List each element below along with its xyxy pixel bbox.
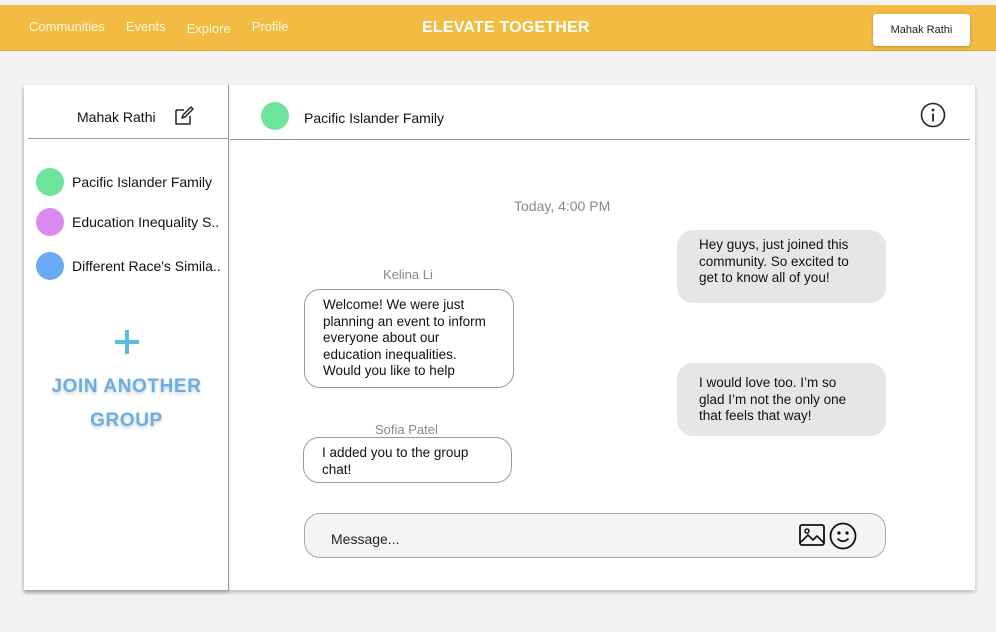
image-icon[interactable] [799,524,825,546]
message-bubble-outgoing: Hey guys, just joined this community. So… [677,230,886,303]
brand-title: ELEVATE TOGETHER [422,19,590,36]
nav-link-events[interactable]: Events [126,19,166,36]
message-bubble-outgoing: I would love too. I’m so glad I’m not th… [677,363,886,436]
message-bubble-incoming: Welcome! We were just planning an event … [304,289,514,388]
chat-card: Mahak Rathi Pacific Islander Family Educ… [24,85,975,590]
group-label: Pacific Islander Family [72,174,213,190]
user-profile-button[interactable]: Mahak Rathi [873,14,970,46]
chat-timestamp: Today, 4:00 PM [514,198,611,214]
edit-icon[interactable] [173,105,195,127]
join-group-button[interactable]: JOIN ANOTHER GROUP [24,330,229,438]
chat-header: Pacific Islander Family [230,85,970,140]
nav-link-profile[interactable]: Profile [252,19,289,36]
group-label: Education Inequality S.. [72,214,220,230]
sidebar-group-pacific-islander[interactable]: Pacific Islander Family [36,168,226,196]
chat-group-avatar [261,102,289,130]
nav-links: Communities Events Explore Profile [29,19,289,36]
info-icon[interactable] [920,102,946,128]
group-avatar [36,252,64,280]
group-avatar [36,208,64,236]
sidebar: Mahak Rathi Pacific Islander Family Educ… [24,85,229,590]
join-group-line2: GROUP [90,410,163,431]
sidebar-group-different-races[interactable]: Different Race's Simila.. [36,252,226,280]
message-input[interactable]: Message... [304,513,886,558]
message-sender: Kelina Li [383,267,433,282]
message-sender: Sofia Patel [375,422,438,437]
join-group-label: JOIN ANOTHER GROUP [24,370,229,438]
group-avatar [36,168,64,196]
chat-title: Pacific Islander Family [304,110,445,126]
message-input-placeholder: Message... [331,531,400,547]
sidebar-group-education-inequality[interactable]: Education Inequality S.. [36,208,226,236]
nav-link-explore[interactable]: Explore [187,21,231,36]
emoji-icon[interactable] [829,522,857,550]
sidebar-user-name: Mahak Rathi [77,109,156,125]
top-nav-bar: Communities Events Explore Profile ELEVA… [0,5,996,51]
plus-icon [114,330,139,354]
join-group-line1: JOIN ANOTHER [51,376,202,397]
nav-link-communities[interactable]: Communities [29,19,105,36]
group-label: Different Race's Simila.. [72,258,221,274]
sidebar-header: Mahak Rathi [28,85,228,139]
message-bubble-incoming: I added you to the group chat! [303,437,512,483]
